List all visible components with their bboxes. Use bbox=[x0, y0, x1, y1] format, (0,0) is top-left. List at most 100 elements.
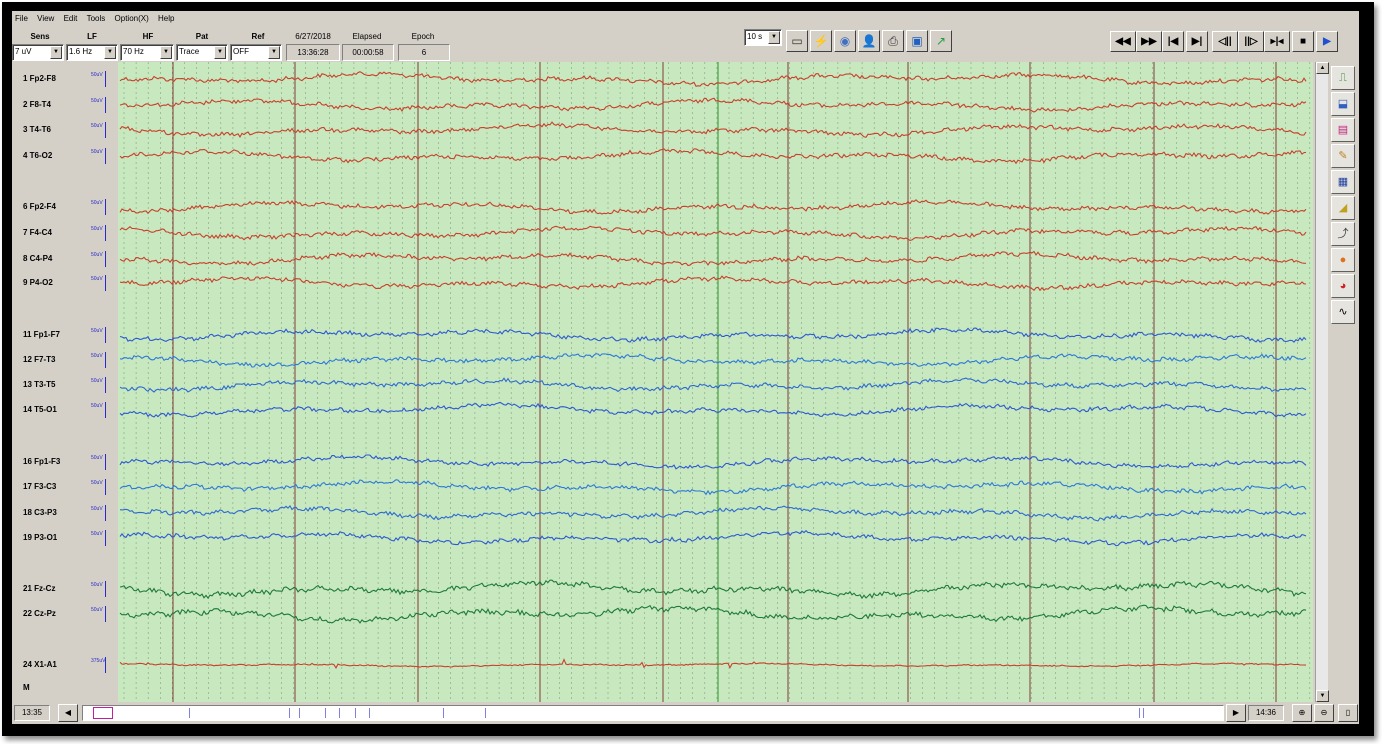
on-toggle-icon[interactable]: ⚡ bbox=[810, 30, 832, 52]
step-back-icon[interactable]: ◁|| bbox=[1212, 31, 1238, 52]
channel-scale: 50uV bbox=[91, 200, 103, 206]
channel-scale: 50uV bbox=[91, 123, 103, 129]
chevron-down-icon[interactable]: ▼ bbox=[160, 46, 172, 59]
colormap-icon[interactable]: ◕ bbox=[1331, 274, 1355, 298]
channel-label[interactable]: 3 T4-T6 bbox=[23, 125, 51, 134]
channel-label[interactable]: 16 Fp1-F3 bbox=[23, 457, 60, 466]
label-icon[interactable]: ◢ bbox=[1331, 196, 1355, 220]
channel-label[interactable]: 9 P4-O2 bbox=[23, 278, 53, 287]
eeg-viewer-window: File View Edit Tools Option(X) Help Sens… bbox=[12, 11, 1359, 724]
chevron-down-icon[interactable]: ▼ bbox=[768, 31, 780, 44]
calibration-bar bbox=[105, 657, 106, 673]
fast-forward-icon[interactable]: ▶▶ bbox=[1136, 31, 1162, 52]
waveform-icon[interactable]: ∿ bbox=[1331, 300, 1355, 324]
channel-label[interactable]: 22 Cz-Pz bbox=[23, 609, 56, 618]
pat-label: Pat bbox=[195, 32, 209, 41]
montage-icon[interactable]: ⎍ bbox=[1331, 66, 1355, 90]
zoom-in-icon[interactable]: ⊕ bbox=[1292, 704, 1312, 722]
timeline-tick bbox=[1139, 708, 1140, 718]
channel-label[interactable]: 7 F4-C4 bbox=[23, 228, 52, 237]
lf-select[interactable]: 1.6 Hz ▼ bbox=[66, 44, 118, 61]
channel-label[interactable]: 2 F8-T4 bbox=[23, 100, 51, 109]
calibration-bar bbox=[105, 251, 106, 267]
channel-label[interactable]: 21 Fz-Cz bbox=[23, 584, 55, 593]
calibration-bar bbox=[105, 71, 106, 87]
channel-scale: 50uV bbox=[91, 531, 103, 537]
image-icon[interactable]: ▣ bbox=[906, 30, 928, 52]
channel-scale: 50uV bbox=[91, 582, 103, 588]
eeg-trace-area[interactable] bbox=[118, 62, 1313, 702]
channel-scale: 50uV bbox=[91, 353, 103, 359]
menu-tools[interactable]: Tools bbox=[84, 11, 110, 23]
calibrate-icon[interactable]: ⬓ bbox=[1331, 92, 1355, 116]
panel-icon[interactable]: ▯ bbox=[1338, 704, 1358, 722]
timeline-tick bbox=[355, 708, 356, 718]
scroll-right-icon[interactable]: ▶ bbox=[1226, 704, 1246, 722]
pat-select[interactable]: Trace ▼ bbox=[176, 44, 228, 61]
page-icon[interactable]: ▭ bbox=[786, 30, 808, 52]
menu-option[interactable]: Option(X) bbox=[112, 11, 153, 23]
calibration-bar bbox=[105, 352, 106, 368]
compress-icon[interactable]: ▸|◂ bbox=[1264, 31, 1290, 52]
chevron-down-icon[interactable]: ▼ bbox=[104, 46, 116, 59]
channel-label[interactable]: 14 T5-O1 bbox=[23, 405, 57, 414]
print-icon[interactable]: ⎙ bbox=[882, 30, 904, 52]
map-icon[interactable]: ● bbox=[1331, 248, 1355, 272]
pat-value: Trace bbox=[179, 47, 200, 56]
channel-label[interactable]: 19 P3-O1 bbox=[23, 533, 57, 542]
channel-label[interactable]: 11 Fp1-F7 bbox=[23, 330, 60, 339]
calibration-bar bbox=[105, 377, 106, 393]
channel-scale: 50uV bbox=[91, 226, 103, 232]
zoom-out-icon[interactable]: ⊖ bbox=[1314, 704, 1334, 722]
channel-scale: 50uV bbox=[91, 276, 103, 282]
play-icon[interactable]: ▶ bbox=[1316, 31, 1338, 52]
channel-label[interactable]: 24 X1-A1 bbox=[23, 660, 57, 669]
end-time: 14:36 bbox=[1248, 705, 1284, 721]
skip-end-icon[interactable]: ▶| bbox=[1186, 31, 1208, 52]
chevron-down-icon[interactable]: ▼ bbox=[214, 46, 226, 59]
hf-select[interactable]: 70 Hz ▼ bbox=[120, 44, 174, 61]
channel-label[interactable]: 8 C4-P4 bbox=[23, 254, 52, 263]
spectrum-icon[interactable]: ▦ bbox=[1331, 170, 1355, 194]
export-icon[interactable]: ↗ bbox=[930, 30, 952, 52]
status-bar: 13:35 ◀ ▶ 14:36 ⊕ ⊖ ▯ bbox=[12, 702, 1359, 724]
channel-label-panel: 1 Fp2-F8 50uV 2 F8-T4 50uV 3 T4-T6 50uV 4 T6-O… bbox=[12, 62, 118, 702]
scroll-left-icon[interactable]: ◀ bbox=[58, 704, 78, 722]
skip-start-icon[interactable]: |◀ bbox=[1162, 31, 1184, 52]
rewind-icon[interactable]: ◀◀ bbox=[1110, 31, 1136, 52]
sens-select[interactable]: 7 uV ▼ bbox=[12, 44, 64, 61]
globe-icon[interactable]: ◉ bbox=[834, 30, 856, 52]
channel-label[interactable]: 4 T6-O2 bbox=[23, 151, 52, 160]
timebase-select[interactable]: 10 s ▼ bbox=[744, 29, 782, 46]
pen-icon[interactable]: ✎ bbox=[1331, 144, 1355, 168]
chevron-down-icon[interactable]: ▼ bbox=[268, 46, 280, 59]
channel-label[interactable]: 12 F7-T3 bbox=[23, 355, 55, 364]
channel-scale: 50uV bbox=[91, 149, 103, 155]
menu-file[interactable]: File bbox=[12, 11, 32, 23]
stop-icon[interactable]: ■ bbox=[1292, 31, 1314, 52]
note-icon[interactable]: ▤ bbox=[1331, 118, 1355, 142]
channel-label[interactable]: 17 F3-C3 bbox=[23, 482, 56, 491]
step-forward-icon[interactable]: ||▷ bbox=[1238, 31, 1264, 52]
timeline-thumb[interactable] bbox=[93, 707, 113, 719]
chart-icon[interactable]: ⤴ bbox=[1331, 222, 1355, 246]
channel-scale: 50uV bbox=[91, 378, 103, 384]
menu-view[interactable]: View bbox=[34, 11, 58, 23]
channel-label[interactable]: 13 T3-T5 bbox=[23, 380, 55, 389]
vertical-scrollbar[interactable]: ▲ ▼ bbox=[1315, 62, 1329, 702]
timeline-track[interactable] bbox=[82, 705, 1224, 721]
lf-value: 1.6 Hz bbox=[69, 47, 93, 56]
channel-label[interactable]: 6 Fp2-F4 bbox=[23, 202, 56, 211]
channel-label[interactable]: 18 C3-P3 bbox=[23, 508, 57, 517]
calibration-bar bbox=[105, 402, 106, 418]
scroll-down-icon[interactable]: ▼ bbox=[1316, 690, 1329, 702]
plot-background bbox=[118, 62, 1313, 702]
person-icon[interactable]: 👤 bbox=[858, 30, 880, 52]
ref-select[interactable]: OFF ▼ bbox=[230, 44, 282, 61]
scroll-up-icon[interactable]: ▲ bbox=[1316, 62, 1329, 74]
timebase-value: 10 s bbox=[747, 32, 763, 41]
chevron-down-icon[interactable]: ▼ bbox=[50, 46, 62, 59]
menu-edit[interactable]: Edit bbox=[61, 11, 82, 23]
channel-label[interactable]: 1 Fp2-F8 bbox=[23, 74, 56, 83]
menu-help[interactable]: Help bbox=[155, 11, 178, 23]
